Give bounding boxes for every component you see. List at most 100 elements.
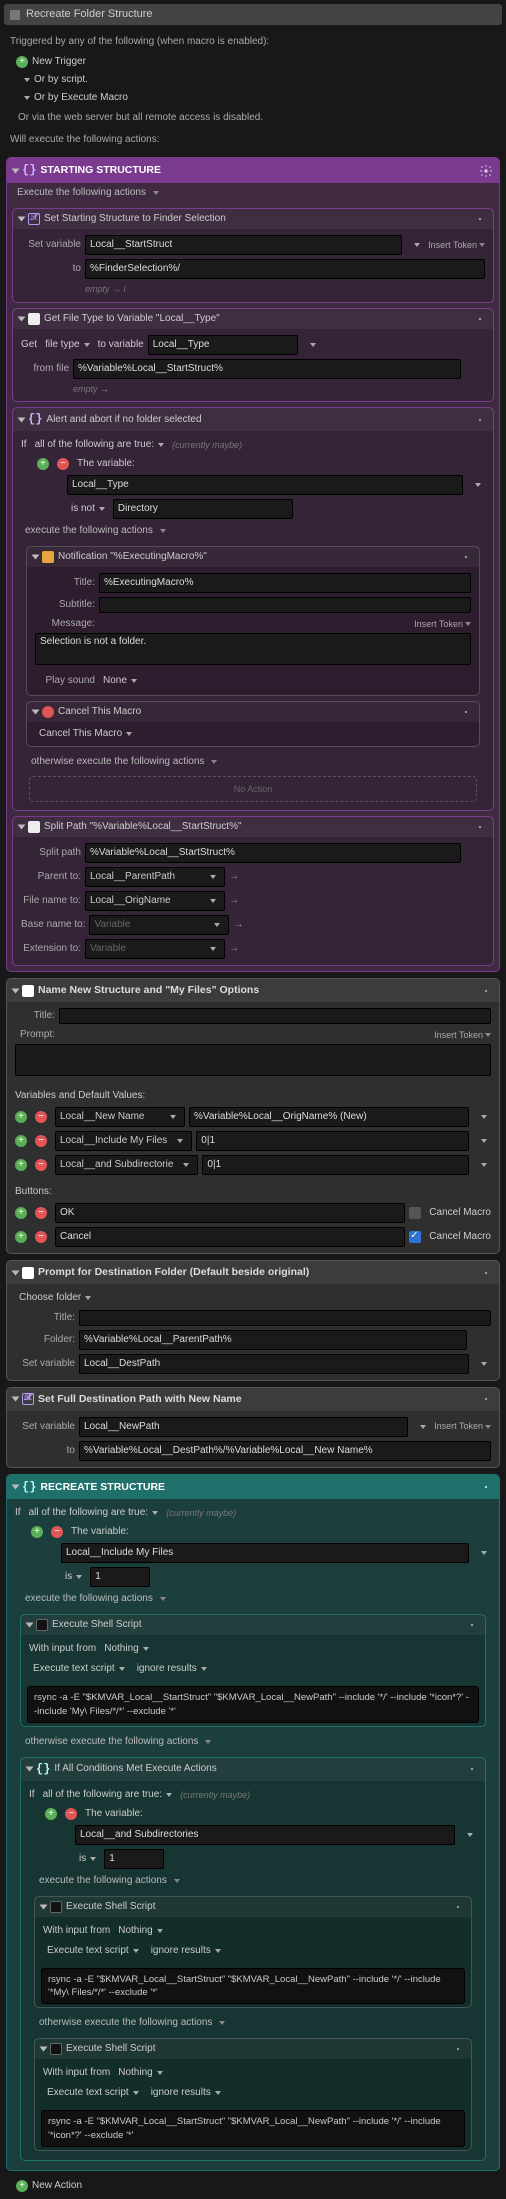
gear-icon[interactable]: [459, 550, 473, 564]
add-condition-button[interactable]: +: [31, 1526, 43, 1538]
file-var-input[interactable]: Local__OrigName: [85, 891, 225, 911]
new-action-row[interactable]: + New Action: [4, 2177, 502, 2195]
group-header[interactable]: {} STARTING STRUCTURE: [7, 158, 499, 183]
remove-condition-button[interactable]: −: [65, 1808, 77, 1820]
var3-name-input[interactable]: Local__and Subdirectorie: [55, 1155, 198, 1175]
disclosure-icon[interactable]: [40, 1904, 48, 1909]
disclosure-icon[interactable]: [12, 168, 20, 173]
button-ok-input[interactable]: OK: [55, 1203, 405, 1223]
results-select[interactable]: ignore results: [133, 1661, 211, 1677]
gear-icon[interactable]: [473, 212, 487, 226]
action-header[interactable]: Get File Type to Variable "Local__Type": [13, 309, 493, 329]
split-path-input[interactable]: %Variable%Local__StartStruct%: [85, 843, 461, 863]
condition-mode-select[interactable]: all of the following are true:: [39, 1787, 177, 1803]
script-text[interactable]: rsync -a -E "$KMVAR_Local__StartStruct" …: [41, 2110, 465, 2147]
remove-button[interactable]: −: [35, 1207, 47, 1219]
new-trigger-row[interactable]: + New Trigger: [4, 53, 502, 71]
script-type-select[interactable]: Execute text script: [29, 1661, 129, 1677]
sound-select[interactable]: None: [99, 673, 141, 689]
prompt-text-input[interactable]: [15, 1044, 491, 1076]
remove-condition-button[interactable]: −: [57, 458, 69, 470]
variable-dropdown[interactable]: [467, 482, 485, 488]
action-header[interactable]: Prompt for Destination Folder (Default b…: [7, 1261, 499, 1284]
action-header[interactable]: Split Path "%Variable%Local__StartStruct…: [13, 817, 493, 837]
disclosure-icon[interactable]: [12, 988, 20, 993]
add-action-icon[interactable]: +: [16, 2180, 28, 2192]
chevron-down-icon[interactable]: [160, 1597, 166, 1601]
group-header[interactable]: {} RECREATE STRUCTURE: [7, 1475, 499, 1500]
action-header[interactable]: Execute Shell Script: [35, 2039, 471, 2059]
script-type-select[interactable]: Execute text script: [43, 1943, 143, 1959]
notification-subtitle-input[interactable]: [99, 597, 471, 613]
disclosure-icon[interactable]: [18, 316, 26, 321]
insert-token-button[interactable]: Insert Token: [434, 1029, 491, 1042]
action-header[interactable]: Notification "%ExecutingMacro%": [27, 547, 479, 567]
add-trigger-icon[interactable]: +: [16, 56, 28, 68]
add-var-button[interactable]: +: [15, 1111, 27, 1123]
var3-default-input[interactable]: 0|1: [202, 1155, 469, 1175]
remove-var-button[interactable]: −: [35, 1135, 47, 1147]
variable-dropdown[interactable]: [412, 1424, 430, 1430]
condition-mode-select[interactable]: all of the following are true:: [31, 437, 169, 453]
var1-name-input[interactable]: Local__New Name: [55, 1107, 185, 1127]
add-button[interactable]: +: [15, 1207, 27, 1219]
disclosure-icon[interactable]: [16, 95, 34, 101]
condition-variable-input[interactable]: Local__and Subdirectories: [75, 1825, 455, 1845]
gear-icon[interactable]: [479, 1480, 493, 1494]
add-var-button[interactable]: +: [15, 1135, 27, 1147]
results-select[interactable]: ignore results: [147, 2085, 225, 2101]
condition-mode-select[interactable]: all of the following are true:: [25, 1505, 163, 1521]
add-condition-button[interactable]: +: [45, 1808, 57, 1820]
gear-icon[interactable]: [465, 1618, 479, 1632]
results-select[interactable]: ignore results: [147, 1943, 225, 1959]
variable-dropdown[interactable]: [473, 1361, 491, 1367]
cancel-macro-checkbox[interactable]: [409, 1231, 421, 1243]
disclosure-icon[interactable]: [12, 1397, 20, 1402]
chevron-down-icon[interactable]: [174, 1879, 180, 1883]
insert-token-button[interactable]: Insert Token: [428, 239, 485, 252]
disclosure-icon[interactable]: [26, 1623, 34, 1628]
variable-dropdown[interactable]: [459, 1832, 477, 1838]
insert-token-button[interactable]: Insert Token: [434, 1420, 491, 1433]
gear-icon[interactable]: [479, 1392, 493, 1406]
gear-icon[interactable]: [473, 820, 487, 834]
var2-dropdown[interactable]: [473, 1138, 491, 1144]
var1-dropdown[interactable]: [473, 1114, 491, 1120]
type-select[interactable]: file type: [41, 337, 93, 353]
button-cancel-input[interactable]: Cancel: [55, 1227, 405, 1247]
action-header[interactable]: {} Alert and abort if no folder selected: [13, 408, 493, 431]
operator-select[interactable]: is not: [67, 501, 109, 517]
operator-select[interactable]: is: [75, 1851, 100, 1867]
ext-var-input[interactable]: Variable: [85, 939, 225, 959]
value-input[interactable]: %FinderSelection%/: [85, 259, 485, 279]
var2-default-input[interactable]: 0|1: [196, 1131, 469, 1151]
cancel-select[interactable]: Cancel This Macro: [35, 726, 136, 742]
disclosure-icon[interactable]: [32, 555, 40, 560]
action-header[interactable]: {}If All Conditions Met Execute Actions: [21, 1758, 485, 1781]
insert-token-button[interactable]: Insert Token: [414, 618, 471, 631]
add-condition-button[interactable]: +: [37, 458, 49, 470]
script-text[interactable]: rsync -a -E "$KMVAR_Local__StartStruct" …: [27, 1686, 479, 1723]
input-select[interactable]: Nothing: [114, 2065, 166, 2081]
variable-input[interactable]: Local__Type: [148, 335, 298, 355]
choose-folder-select[interactable]: Choose folder: [15, 1290, 95, 1306]
disclosure-icon[interactable]: [12, 1270, 20, 1275]
disclosure-icon[interactable]: [12, 1485, 20, 1490]
compare-value-input[interactable]: Directory: [113, 499, 293, 519]
action-header[interactable]: Set Starting Structure to Finder Selecti…: [13, 209, 493, 229]
remove-button[interactable]: −: [35, 1231, 47, 1243]
prompt-title-input[interactable]: [59, 1008, 491, 1024]
gear-icon[interactable]: [479, 984, 493, 998]
remove-var-button[interactable]: −: [35, 1111, 47, 1123]
disclosure-icon[interactable]: [16, 77, 34, 83]
gear-icon[interactable]: [465, 1762, 479, 1776]
gear-icon[interactable]: [451, 1900, 465, 1914]
newpath-var-input[interactable]: Local__NewPath: [79, 1417, 408, 1437]
action-header[interactable]: Cancel This Macro: [27, 702, 479, 722]
disclosure-icon[interactable]: [32, 709, 40, 714]
script-type-select[interactable]: Execute text script: [43, 2085, 143, 2101]
compare-value-input[interactable]: 1: [90, 1567, 150, 1587]
disclosure-icon[interactable]: [40, 2047, 48, 2052]
gear-icon[interactable]: [451, 2042, 465, 2056]
chevron-down-icon[interactable]: [153, 191, 159, 195]
